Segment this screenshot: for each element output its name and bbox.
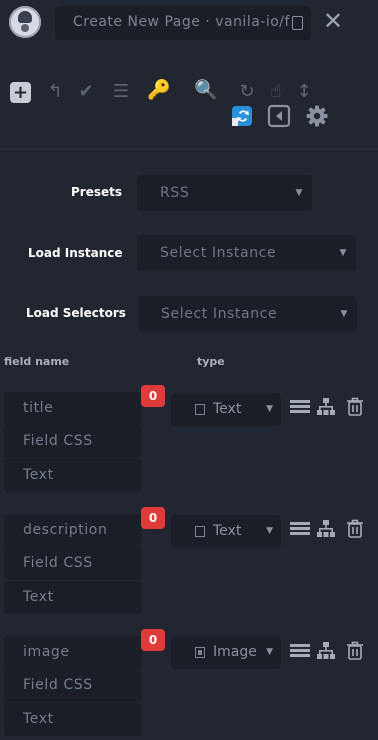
- hierarchy-icon[interactable]: [316, 397, 336, 417]
- page-title-text: Create New Page · vanila-io/f: [73, 14, 290, 30]
- match-count-badge: 0: [141, 385, 165, 407]
- list-view-icon[interactable]: [290, 519, 310, 539]
- sync-icon[interactable]: [230, 104, 254, 128]
- list-icon[interactable]: ☰: [111, 82, 131, 102]
- close-icon[interactable]: ✕: [320, 6, 346, 36]
- field-name-input[interactable]: description: [4, 514, 142, 547]
- presets-value: RSS: [160, 185, 190, 201]
- chevron-down-icon: ▼: [266, 404, 273, 414]
- load-instance-select[interactable]: Select Instance ▼: [137, 235, 356, 271]
- field-css-input[interactable]: Field CSS: [4, 547, 142, 580]
- search-icon[interactable]: 🔍: [193, 80, 219, 100]
- app-window: Create New Page · vanila-io/f ✕ + ↰ ✔ ☰ …: [0, 0, 378, 740]
- presets-select[interactable]: RSS ▼: [137, 175, 312, 211]
- hierarchy-icon[interactable]: [316, 519, 336, 539]
- chevron-down-icon: ▼: [339, 248, 347, 258]
- match-count-badge: 0: [141, 507, 165, 529]
- field-attribute-input[interactable]: Text: [4, 703, 142, 736]
- chevron-down-icon: ▼: [295, 188, 303, 198]
- field-attribute-input[interactable]: Text: [4, 581, 142, 614]
- chevron-down-icon: ▼: [266, 526, 273, 536]
- list-view-icon[interactable]: [290, 641, 310, 661]
- type-column-header: type: [197, 355, 225, 368]
- refresh-icon[interactable]: ↻: [237, 82, 257, 102]
- field-type-select[interactable]: Text ▼: [171, 393, 281, 426]
- load-selectors-label: Load Selectors: [26, 306, 126, 320]
- load-selectors-select[interactable]: Select Instance ▼: [138, 296, 357, 332]
- trash-icon[interactable]: [345, 641, 365, 661]
- app-logo-icon: [9, 6, 41, 38]
- trash-icon[interactable]: [345, 397, 365, 417]
- presets-label: Presets: [71, 185, 123, 199]
- field-css-input[interactable]: Field CSS: [4, 425, 142, 458]
- chevron-down-icon: ▼: [266, 647, 273, 657]
- field-css-input[interactable]: Field CSS: [4, 669, 142, 702]
- field-type-value: Text: [213, 523, 242, 539]
- gear-icon[interactable]: [305, 104, 329, 128]
- chevron-down-icon: ▼: [340, 309, 348, 319]
- load-instance-label: Load Instance: [28, 246, 123, 260]
- field-attribute-input[interactable]: Text: [4, 459, 142, 492]
- pin-icon[interactable]: [292, 16, 303, 30]
- check-icon[interactable]: ✔: [76, 82, 96, 102]
- match-count-badge: 0: [141, 629, 165, 651]
- list-view-icon[interactable]: [290, 397, 310, 417]
- key-icon[interactable]: 🔑: [146, 80, 172, 100]
- field-name-input[interactable]: image: [4, 636, 142, 669]
- page-title-box[interactable]: Create New Page · vanila-io/f: [55, 6, 311, 40]
- text-type-icon: [195, 526, 205, 537]
- hierarchy-icon[interactable]: [316, 641, 336, 661]
- toolbar-divider: [0, 149, 378, 150]
- load-selectors-placeholder: Select Instance: [161, 306, 278, 322]
- field-type-select[interactable]: Image ▼: [171, 636, 281, 669]
- field-type-select[interactable]: Text ▼: [171, 515, 281, 548]
- image-type-icon: [195, 647, 205, 658]
- field-name-input[interactable]: title: [4, 392, 142, 425]
- text-type-icon: [195, 404, 205, 415]
- load-instance-placeholder: Select Instance: [160, 245, 277, 261]
- field-type-value: Image: [213, 644, 257, 660]
- field-name-column-header: field name: [4, 355, 70, 368]
- field-type-value: Text: [213, 401, 242, 417]
- sidebar-toggle-icon[interactable]: [267, 104, 291, 128]
- add-icon[interactable]: +: [10, 82, 31, 103]
- resize-icon[interactable]: ↕: [296, 82, 312, 102]
- pointer-icon[interactable]: ☝: [267, 82, 285, 102]
- trash-icon[interactable]: [345, 519, 365, 539]
- return-icon[interactable]: ↰: [46, 82, 64, 102]
